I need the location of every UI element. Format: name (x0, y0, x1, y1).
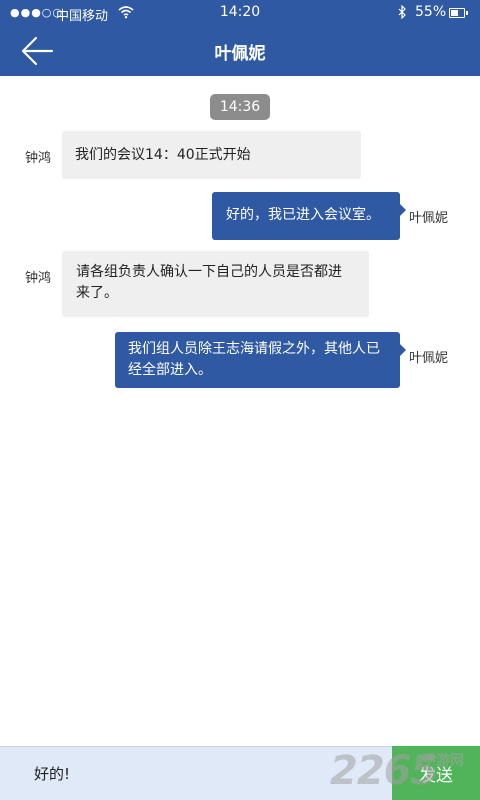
sender-name: 叶佩妮 (409, 351, 449, 366)
message-bubble-incoming[interactable]: 请各组负责人确认一下自己的人员是否都进来了。 (62, 251, 369, 317)
sender-name: 钟鸿 (25, 271, 52, 286)
sender-name: 叶佩妮 (409, 211, 449, 226)
app-header: ●●●○○ 中国移动 14:20 55% 叶佩妮 (0, 0, 480, 76)
battery-level-fill (451, 10, 458, 16)
send-button[interactable]: 发送 (392, 746, 480, 800)
message-input-bar: 发送 (0, 746, 480, 800)
message-bubble-incoming[interactable]: 我们的会议14：40正式开始 (62, 131, 361, 179)
status-bar: ●●●○○ 中国移动 14:20 55% (0, 0, 480, 26)
page-title: 叶佩妮 (214, 44, 266, 64)
battery-icon (449, 8, 468, 18)
time-badge: 14:36 (210, 94, 270, 120)
sender-name: 钟鸿 (25, 151, 52, 166)
battery-percent: 55% (415, 4, 447, 20)
chat-area[interactable]: 14:36 钟鸿 我们的会议14：40正式开始 好的，我已进入会议室。 叶佩妮 … (0, 76, 480, 746)
message-input[interactable] (10, 754, 386, 792)
bluetooth-icon (398, 5, 406, 19)
message-bubble-outgoing[interactable]: 好的，我已进入会议室。 (212, 192, 406, 240)
navigation-bar: 叶佩妮 (0, 26, 480, 76)
message-bubble-outgoing[interactable]: 我们组人员除王志海请假之外，其他人已经全部进入。 (115, 332, 406, 388)
status-time: 14:20 (219, 4, 261, 20)
